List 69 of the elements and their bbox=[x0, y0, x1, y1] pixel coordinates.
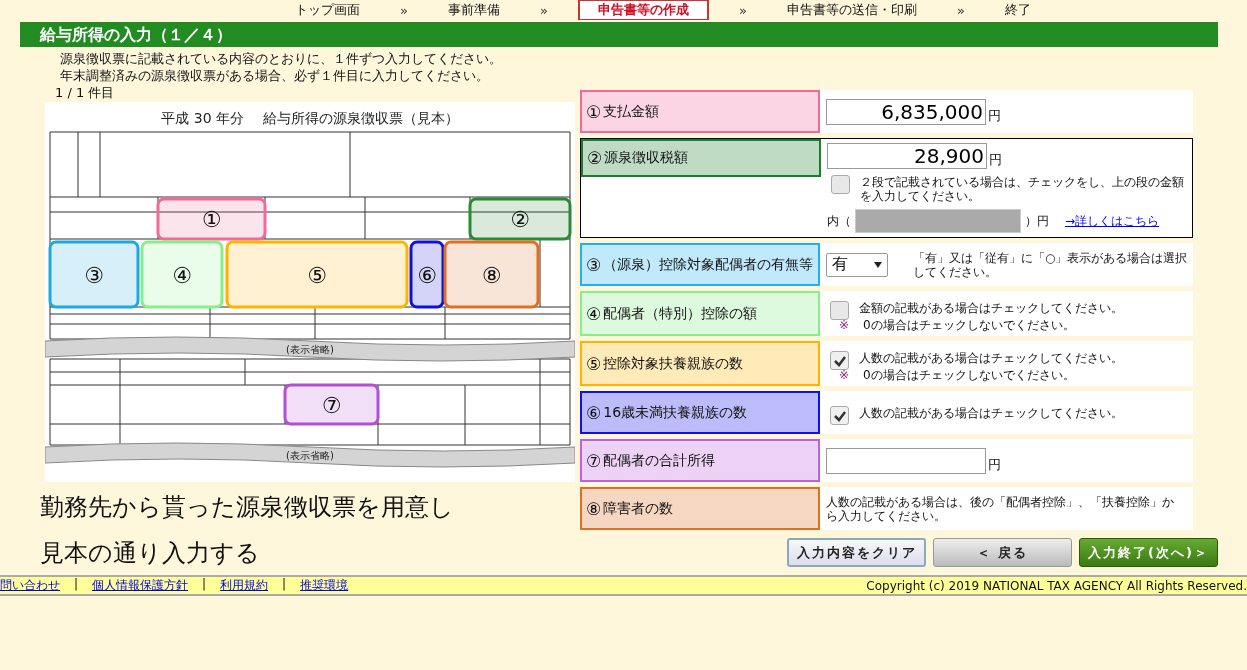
checkbox[interactable] bbox=[830, 406, 849, 425]
field-label: ④ 配偶者（特別）控除の額 bbox=[580, 291, 820, 336]
box-number: ⑧ bbox=[481, 262, 502, 288]
page-title: 給与所得の入力（１／４） bbox=[20, 22, 1218, 47]
step-separator: » bbox=[956, 2, 965, 18]
field-label: ② 源泉徴収税額 bbox=[581, 139, 821, 177]
box-number: ⑦ bbox=[321, 392, 342, 418]
amount-field[interactable] bbox=[826, 447, 986, 474]
action-button[interactable]: 入力終了(次へ)＞ bbox=[1079, 538, 1218, 567]
footer-link[interactable]: 推奨環境 bbox=[300, 577, 349, 594]
field-label: ① 支払金額 bbox=[580, 90, 820, 133]
box-number: ④ bbox=[172, 262, 192, 288]
box-number: ③ bbox=[84, 262, 104, 288]
step-separator: » bbox=[400, 2, 408, 18]
unit-label: 円 bbox=[988, 455, 1001, 474]
field-label: ③（源泉）控除対象配偶者の有無等 bbox=[580, 243, 820, 286]
caret-icon bbox=[874, 261, 882, 268]
checkbox[interactable] bbox=[830, 301, 849, 320]
field-label: ⑤ 控除対象扶養親族の数 bbox=[580, 341, 820, 386]
step-tab[interactable]: 申告書等の作成 bbox=[577, 0, 709, 20]
action-button[interactable]: ＜ 戻る bbox=[933, 538, 1072, 567]
footer-link[interactable]: 個人情報保護方針 bbox=[92, 577, 189, 594]
checkbox[interactable] bbox=[831, 175, 850, 194]
select-hint: 「有」又は「従有」に「○」表示がある場合は選択してください。 bbox=[913, 250, 1189, 279]
step-tab[interactable]: 申告書等の送信・印刷 bbox=[776, 0, 927, 20]
checkbox[interactable] bbox=[830, 351, 849, 370]
footer-separator: | bbox=[74, 577, 79, 593]
step-tab[interactable]: トップ画面 bbox=[285, 0, 370, 20]
omission-label: (表示省略) bbox=[286, 450, 334, 461]
step-tab[interactable]: 終了 bbox=[994, 0, 1041, 20]
box-number: ② bbox=[510, 207, 530, 232]
amount-field[interactable]: 28,900 bbox=[827, 143, 987, 169]
checkbox-label: 人数の記載がある場合はチェックしてください。 bbox=[859, 406, 1123, 420]
box-number: ① bbox=[201, 207, 222, 232]
copyright-text: Copyright (c) 2019 NATIONAL TAX AGENCY All Rights Reserved. bbox=[866, 578, 1247, 593]
inner-prefix: 内（ bbox=[827, 212, 851, 230]
select-field[interactable]: 有 bbox=[826, 252, 888, 277]
inner-suffix: ）円 bbox=[1025, 212, 1049, 230]
caption-text: 見本の通り入力する bbox=[40, 538, 261, 568]
box-number: ⑥ bbox=[417, 262, 437, 288]
record-counter: 1 / 1 件目 bbox=[55, 84, 116, 98]
amount-field[interactable]: 6,835,000 bbox=[826, 98, 986, 125]
step-separator: » bbox=[738, 2, 747, 18]
note-mark: ※ bbox=[839, 368, 850, 382]
instruction-text: 年末調整済みの源泉徴収票がある場合、必ず１件目に入力してください。 bbox=[60, 67, 490, 84]
field-label: ⑥ 16歳未満扶養親族の数 bbox=[580, 391, 820, 434]
footer-separator: | bbox=[202, 577, 207, 593]
checkbox-label: ２段で記載されている場合は、チェックをし、上の段の金額を入力してください。 bbox=[860, 175, 1185, 203]
step-separator: » bbox=[539, 2, 548, 18]
field-label: ⑦ 配偶者の合計所得 bbox=[580, 439, 820, 482]
checkbox-label: 金額の記載がある場合はチェックしてください。 bbox=[859, 301, 1123, 315]
footer-link[interactable]: 利用規約 bbox=[220, 577, 269, 594]
instruction-text: 源泉徴収票に記載されている内容のとおりに、１件ずつ入力してください。 bbox=[60, 50, 503, 67]
field-label: ⑧ 障害者の数 bbox=[580, 487, 820, 530]
unit-label: 円 bbox=[988, 106, 1001, 125]
footer-link[interactable]: 問い合わせ bbox=[0, 577, 60, 594]
omission-label: (表示省略) bbox=[286, 344, 334, 355]
note-mark: ※ bbox=[839, 318, 850, 332]
caption-text: 勤務先から貰った源泉徴収票を用意し bbox=[40, 492, 455, 522]
step-tab[interactable]: 事前準備 bbox=[437, 0, 510, 20]
checkbox-label: 人数の記載がある場合はチェックしてください。 bbox=[859, 351, 1123, 365]
note-text: 人数の記載がある場合は、後の「配偶者控除」、「扶養控除」から入力してください。 bbox=[826, 494, 1175, 523]
unit-label: 円 bbox=[989, 151, 1002, 169]
note-text: 0の場合はチェックしないでください。 bbox=[863, 368, 1075, 382]
action-button[interactable]: 入力内容をクリア bbox=[787, 538, 926, 567]
box-number: ⑤ bbox=[307, 262, 327, 288]
note-text: 0の場合はチェックしないでください。 bbox=[863, 318, 1075, 332]
form-title: 平成 30 年分 給与所得の源泉徴収票（見本） bbox=[161, 110, 459, 126]
footer-separator: | bbox=[282, 577, 287, 593]
